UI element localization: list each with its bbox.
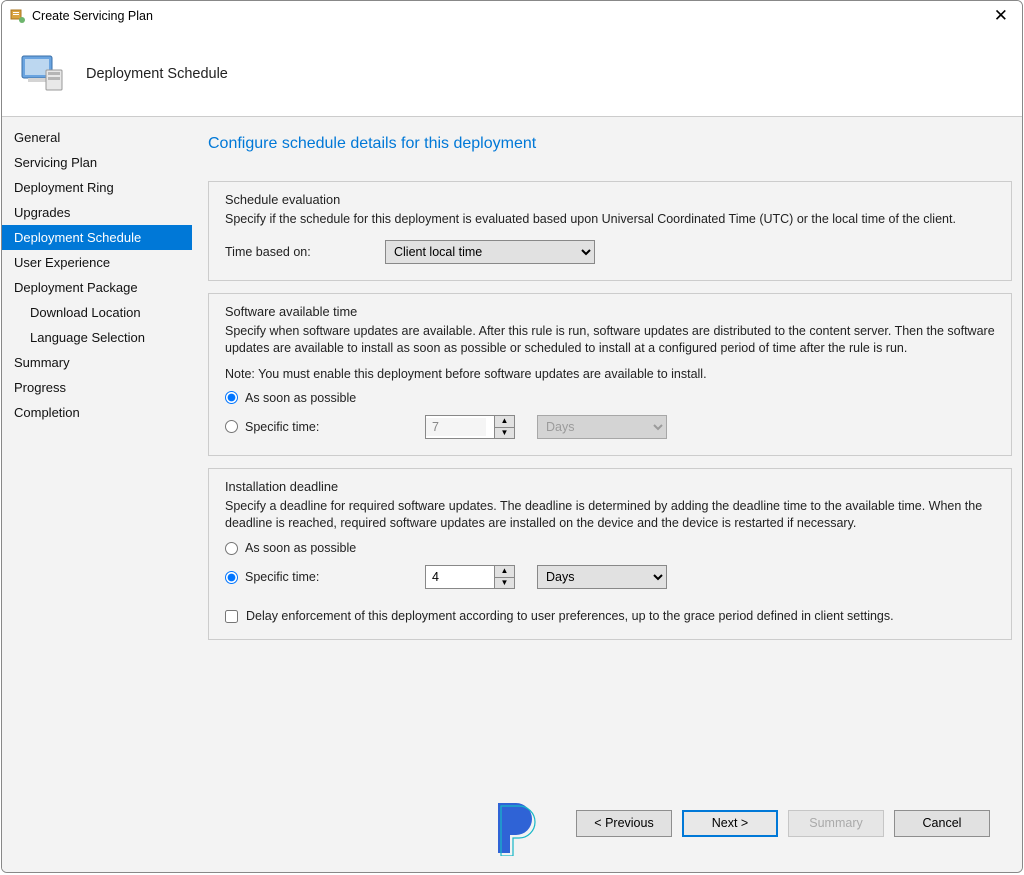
content-panel: Configure schedule details for this depl… [192,117,1022,872]
spinner-down-icon[interactable]: ▼ [494,577,514,588]
sidebar-item-deployment-package[interactable]: Deployment Package [2,275,192,300]
radio-available-asap-label: As soon as possible [245,391,425,405]
sidebar-item-summary[interactable]: Summary [2,350,192,375]
group-desc: Specify a deadline for required software… [225,498,995,532]
wizard-header: Deployment Schedule [2,31,1022,117]
sidebar-item-general[interactable]: General [2,125,192,150]
wizard-footer: < Previous Next > Summary Cancel [208,792,1012,854]
sidebar-item-deployment-ring[interactable]: Deployment Ring [2,175,192,200]
body: General Servicing Plan Deployment Ring U… [2,117,1022,872]
sidebar-item-download-location[interactable]: Download Location [2,300,192,325]
group-title: Schedule evaluation [225,192,995,207]
cancel-button[interactable]: Cancel [894,810,990,837]
sidebar-item-completion[interactable]: Completion [2,400,192,425]
group-desc: Specify if the schedule for this deploym… [225,211,995,228]
available-value-spinner[interactable]: ▲ ▼ [425,415,515,439]
available-value-input [426,418,486,436]
time-based-on-dropdown[interactable]: Client local time [385,240,595,264]
radio-deadline-asap-label: As soon as possible [245,541,425,555]
radio-deadline-specific-label: Specific time: [245,570,425,584]
next-button[interactable]: Next > [682,810,778,837]
radio-available-asap[interactable] [225,391,238,404]
previous-button[interactable]: < Previous [576,810,672,837]
close-icon[interactable]: ✕ [988,6,1014,26]
app-icon [10,8,26,24]
sidebar-item-progress[interactable]: Progress [2,375,192,400]
group-installation-deadline: Installation deadline Specify a deadline… [208,468,1012,641]
note-text: Note: You must enable this deployment be… [225,367,995,381]
sidebar-item-language-selection[interactable]: Language Selection [2,325,192,350]
wizard-window: Create Servicing Plan ✕ Deployment Sched… [1,0,1023,873]
sidebar-item-upgrades[interactable]: Upgrades [2,200,192,225]
page-title: Deployment Schedule [86,66,228,82]
radio-available-specific[interactable] [225,420,238,433]
group-title: Installation deadline [225,479,995,494]
sidebar-item-deployment-schedule[interactable]: Deployment Schedule [2,225,192,250]
available-unit-dropdown: Days [537,415,667,439]
sidebar-item-user-experience[interactable]: User Experience [2,250,192,275]
checkbox-delay-enforcement-label: Delay enforcement of this deployment acc… [246,609,894,623]
group-schedule-evaluation: Schedule evaluation Specify if the sched… [208,181,1012,281]
window-title: Create Servicing Plan [32,9,988,23]
deadline-unit-dropdown[interactable]: Days [537,565,667,589]
group-software-available: Software available time Specify when sof… [208,293,1012,456]
radio-available-specific-label: Specific time: [245,420,425,434]
radio-deadline-asap[interactable] [225,542,238,555]
group-desc: Specify when software updates are availa… [225,323,995,357]
group-title: Software available time [225,304,995,319]
content-heading: Configure schedule details for this depl… [208,135,1012,153]
time-based-on-label: Time based on: [225,245,385,259]
computer-icon [18,50,66,98]
radio-deadline-specific[interactable] [225,571,238,584]
summary-button: Summary [788,810,884,837]
spinner-down-icon: ▼ [494,427,514,438]
spinner-up-icon[interactable]: ▲ [494,566,514,577]
checkbox-delay-enforcement[interactable] [225,610,238,623]
deadline-value-spinner[interactable]: ▲ ▼ [425,565,515,589]
sidebar-item-servicing-plan[interactable]: Servicing Plan [2,150,192,175]
spinner-up-icon: ▲ [494,416,514,427]
titlebar: Create Servicing Plan ✕ [2,1,1022,31]
deadline-value-input[interactable] [426,568,486,586]
wizard-sidebar: General Servicing Plan Deployment Ring U… [2,117,192,872]
